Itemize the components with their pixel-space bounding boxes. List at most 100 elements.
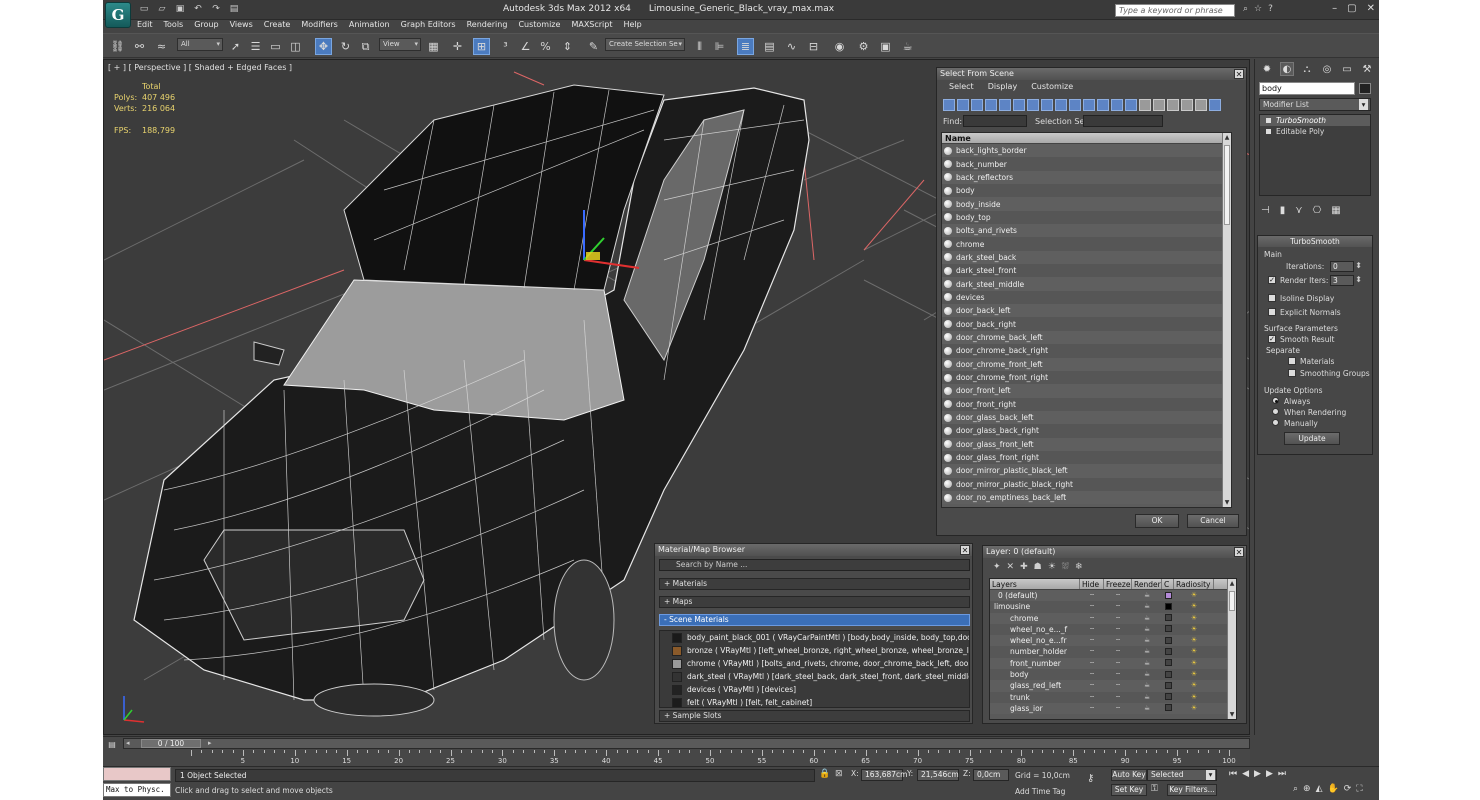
set-key-mode-icon[interactable]: ⚷ (1087, 773, 1094, 784)
freeze-toggle[interactable]: ╌ (1104, 646, 1132, 657)
separate-materials-checkbox[interactable] (1288, 357, 1296, 365)
render-toggle[interactable]: ☕ (1132, 646, 1162, 657)
render-toggle[interactable]: ☕ (1132, 590, 1162, 601)
maximize-viewport-icon[interactable]: ⛶ (1356, 784, 1362, 794)
render-toggle[interactable]: ☕ (1132, 601, 1162, 612)
play-icon[interactable]: ▶ (1254, 769, 1261, 779)
none-filter-icon[interactable] (1125, 99, 1137, 111)
list-item[interactable]: bolts_and_rivets (942, 224, 1231, 238)
maxscript-listener-input[interactable] (103, 767, 171, 781)
hide-toggle[interactable]: ╌ (1080, 635, 1104, 646)
menu-rendering[interactable]: Rendering (467, 20, 508, 33)
object-color-swatch[interactable] (1359, 83, 1371, 94)
time-slider[interactable]: 0 / 100 ◂ ▸ (123, 738, 1250, 749)
color-swatch[interactable] (1162, 601, 1174, 612)
pivot-center-icon[interactable]: ▦ (425, 38, 442, 55)
hide-toggle[interactable]: ╌ (1080, 624, 1104, 635)
freeze-toggle[interactable]: ╌ (1104, 624, 1132, 635)
menu-group[interactable]: Group (194, 20, 218, 33)
display-influences-icon[interactable] (1167, 99, 1179, 111)
utilities-tab-icon[interactable]: ⚒ (1360, 62, 1374, 76)
menu-customize[interactable]: Customize (1031, 82, 1073, 91)
list-item[interactable]: door_no_emptiness_back_left (942, 490, 1231, 505)
select-and-scale-icon[interactable]: ⧉ (357, 38, 374, 55)
delete-layer-icon[interactable]: ✕ (1007, 562, 1015, 572)
render-toggle[interactable]: ☕ (1132, 680, 1162, 691)
snaps-toggle-icon[interactable]: ³ (497, 38, 514, 55)
freeze-toggle[interactable]: ╌ (1104, 590, 1132, 601)
material-row[interactable]: felt ( VRayMtl ) [felt, felt_cabinet] (660, 696, 969, 707)
render-toggle[interactable]: ☕ (1132, 635, 1162, 646)
close-icon[interactable]: ✕ (960, 545, 970, 555)
add-to-layer-icon[interactable]: ✚ (1020, 562, 1028, 572)
layer-row[interactable]: glass_red_left ╌ ╌ ☕ ☀ (990, 680, 1236, 692)
menu-animation[interactable]: Animation (349, 20, 390, 33)
hide-toggle[interactable]: ╌ (1080, 601, 1104, 612)
render-toggle[interactable]: ☕ (1132, 658, 1162, 669)
list-item[interactable]: door_glass_front_right (942, 450, 1231, 465)
render-production-icon[interactable]: ☕ (899, 38, 916, 55)
find-input[interactable] (963, 115, 1027, 127)
select-and-move-icon[interactable]: ✥ (315, 38, 332, 55)
menu-help[interactable]: Help (624, 20, 642, 33)
hide-toggle[interactable]: ╌ (1080, 658, 1104, 669)
menu-views[interactable]: Views (230, 20, 253, 33)
make-unique-icon[interactable]: ⋎ (1295, 205, 1302, 216)
containers-filter-icon[interactable] (1069, 99, 1081, 111)
rectangular-selection-icon[interactable]: ▭ (267, 38, 284, 55)
list-item[interactable]: door_back_left (942, 304, 1231, 318)
radiosity-toggle[interactable]: ☀ (1174, 635, 1214, 646)
list-item[interactable]: chrome (942, 237, 1231, 251)
menu-display[interactable]: Display (988, 82, 1018, 91)
group-maps[interactable]: + Maps (659, 596, 970, 608)
named-selection-sets-dropdown[interactable]: Create Selection Se (605, 38, 685, 51)
menu-graph-editors[interactable]: Graph Editors (401, 20, 456, 33)
minimize-icon[interactable]: – (1332, 3, 1337, 14)
iterations-spinner[interactable]: 0 (1330, 261, 1362, 272)
color-swatch[interactable] (1162, 613, 1174, 624)
field-of-view-icon[interactable]: ◭ (1316, 784, 1323, 794)
helpers-filter-icon[interactable] (999, 99, 1011, 111)
list-item[interactable]: door_glass_back_left (942, 410, 1231, 425)
help-icon[interactable]: ? (1268, 4, 1273, 14)
group-scene-materials[interactable]: - Scene Materials (659, 614, 970, 626)
color-swatch[interactable] (1162, 658, 1174, 669)
material-row[interactable]: body_paint_black_001 ( VRayCarPaintMtl )… (660, 631, 969, 644)
radiosity-toggle[interactable]: ☀ (1174, 669, 1214, 680)
col-render[interactable]: Render (1132, 579, 1162, 589)
modifier-list-dropdown[interactable]: Modifier List (1259, 98, 1371, 111)
select-and-rotate-icon[interactable]: ↻ (337, 38, 354, 55)
radiosity-toggle[interactable]: ☀ (1174, 624, 1214, 635)
scroll-down-icon[interactable]: ▼ (1223, 498, 1231, 507)
hide-toggle[interactable]: ╌ (1080, 646, 1104, 657)
highlight-layer-icon[interactable]: ☀ (1048, 562, 1056, 572)
color-swatch[interactable] (1162, 646, 1174, 657)
selection-set-dropdown[interactable] (1083, 115, 1163, 127)
list-item[interactable]: door_chrome_back_left (942, 330, 1231, 345)
color-swatch[interactable] (1162, 692, 1174, 703)
add-time-tag[interactable]: Add Time Tag (1015, 787, 1065, 796)
render-setup-icon[interactable]: ⚙ (855, 38, 872, 55)
geometry-filter-icon[interactable] (943, 99, 955, 111)
freeze-toggle[interactable]: ╌ (1104, 658, 1132, 669)
render-toggle[interactable]: ☕ (1132, 692, 1162, 703)
layer-row[interactable]: number_holder ╌ ╌ ☕ ☀ (990, 646, 1236, 658)
next-frame-icon[interactable]: ▸ (208, 739, 212, 747)
unlink-icon[interactable]: ⚯ (131, 38, 148, 55)
cancel-button[interactable]: Cancel (1187, 514, 1239, 528)
auto-key-button[interactable]: Auto Key (1111, 769, 1147, 781)
list-item[interactable]: dark_steel_front (942, 264, 1231, 278)
project-folder-icon[interactable]: ▤ (227, 3, 241, 15)
window-crossing-icon[interactable]: ◫ (287, 38, 304, 55)
maximize-icon[interactable]: ▢ (1347, 3, 1356, 14)
sort-icon[interactable] (1181, 99, 1193, 111)
color-swatch[interactable] (1162, 635, 1174, 646)
hide-toggle[interactable]: ╌ (1080, 613, 1104, 624)
binoculars-icon[interactable]: ⌕ (1243, 4, 1248, 14)
freeze-toggle[interactable]: ╌ (1104, 601, 1132, 612)
close-icon[interactable]: ✕ (1367, 3, 1375, 14)
hide-toggle[interactable]: ╌ (1080, 680, 1104, 691)
list-item[interactable]: door_chrome_back_right (942, 344, 1231, 358)
radiosity-toggle[interactable]: ☀ (1174, 692, 1214, 703)
list-item[interactable]: door_front_right (942, 397, 1231, 411)
